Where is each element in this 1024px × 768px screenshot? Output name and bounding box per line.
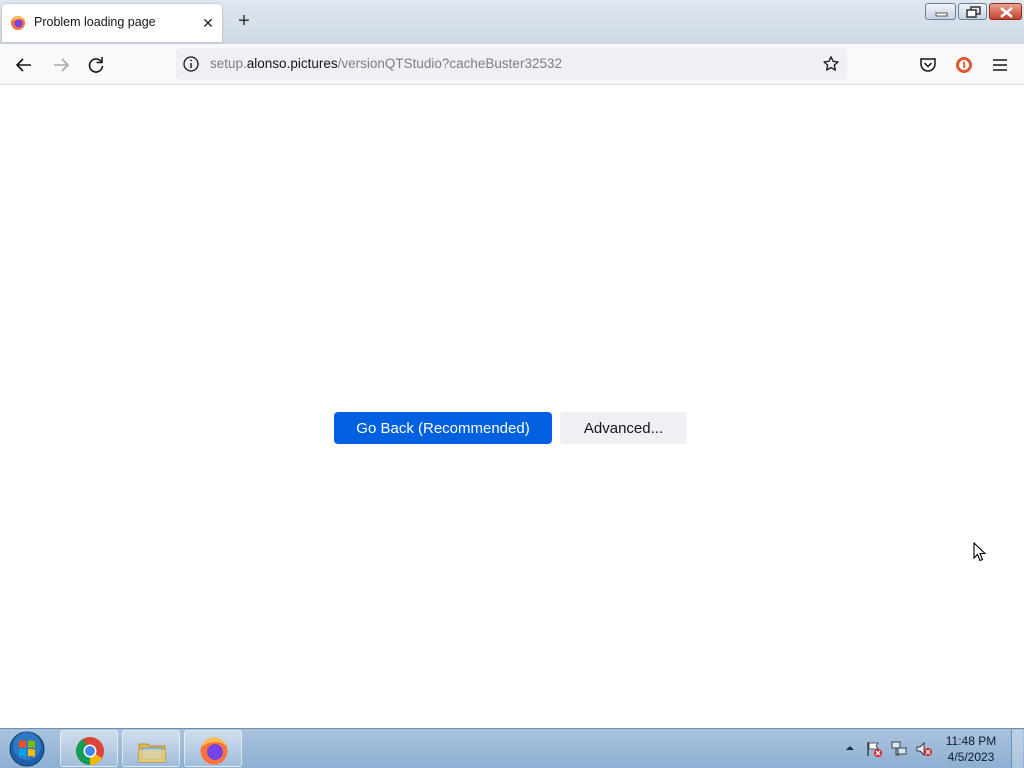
- url-text: setup.alonso.pictures/versionQTStudio?ca…: [210, 56, 562, 71]
- show-desktop-button[interactable]: [1011, 730, 1023, 768]
- duckduckgo-extension-icon[interactable]: [953, 54, 975, 76]
- windows-start-icon[interactable]: [4, 730, 50, 768]
- taskbar: 11:48 PM 4/5/2023: [0, 728, 1024, 768]
- tab-problem-loading-page[interactable]: Problem loading page ✕: [2, 4, 222, 42]
- menu-icon[interactable]: [989, 54, 1011, 76]
- minimize-button[interactable]: [925, 3, 956, 20]
- new-tab-button[interactable]: +: [233, 11, 255, 33]
- action-center-flag-icon[interactable]: [865, 740, 883, 758]
- firefox-icon: [11, 16, 25, 30]
- taskbar-chrome[interactable]: [60, 730, 118, 767]
- reload-icon[interactable]: [85, 54, 107, 76]
- address-bar[interactable]: setup.alonso.pictures/versionQTStudio?ca…: [176, 48, 847, 80]
- tab-close-icon[interactable]: ✕: [198, 13, 218, 33]
- url-prefix: setup.: [210, 56, 247, 71]
- go-back-button[interactable]: Go Back (Recommended): [334, 412, 552, 444]
- restore-button[interactable]: [958, 3, 987, 20]
- page-content: Go Back (Recommended) Advanced...: [0, 85, 1024, 728]
- forward-arrow-icon: [54, 58, 70, 72]
- url-host: alonso.pictures: [246, 56, 338, 71]
- mouse-cursor-icon: [973, 542, 987, 562]
- file-explorer-icon: [138, 743, 166, 763]
- back-arrow-icon[interactable]: [13, 54, 35, 76]
- tab-strip: Problem loading page ✕ +: [0, 0, 1024, 44]
- bookmark-star-icon[interactable]: [822, 55, 840, 73]
- volume-muted-icon[interactable]: [915, 740, 933, 758]
- taskbar-firefox[interactable]: [184, 730, 242, 767]
- site-info-icon[interactable]: [182, 55, 200, 73]
- pocket-icon[interactable]: [917, 54, 939, 76]
- url-path: /versionQTStudio?cacheBuster32532: [337, 56, 562, 71]
- clock-date[interactable]: 4/5/2023: [940, 750, 1002, 764]
- navigation-toolbar: setup.alonso.pictures/versionQTStudio?ca…: [0, 44, 1024, 85]
- close-window-button[interactable]: [989, 3, 1022, 20]
- close-icon: [1000, 7, 1013, 18]
- clock-time[interactable]: 11:48 PM: [940, 734, 1002, 748]
- taskbar-file-explorer[interactable]: [122, 730, 180, 767]
- network-icon[interactable]: [890, 740, 908, 758]
- restore-icon: [966, 6, 981, 18]
- show-hidden-icons-icon[interactable]: [845, 743, 855, 753]
- chrome-icon: [76, 737, 104, 765]
- advanced-button[interactable]: Advanced...: [560, 412, 687, 444]
- firefox-icon: [200, 737, 228, 765]
- tab-title: Problem loading page: [34, 15, 156, 29]
- minimize-icon: [935, 12, 948, 17]
